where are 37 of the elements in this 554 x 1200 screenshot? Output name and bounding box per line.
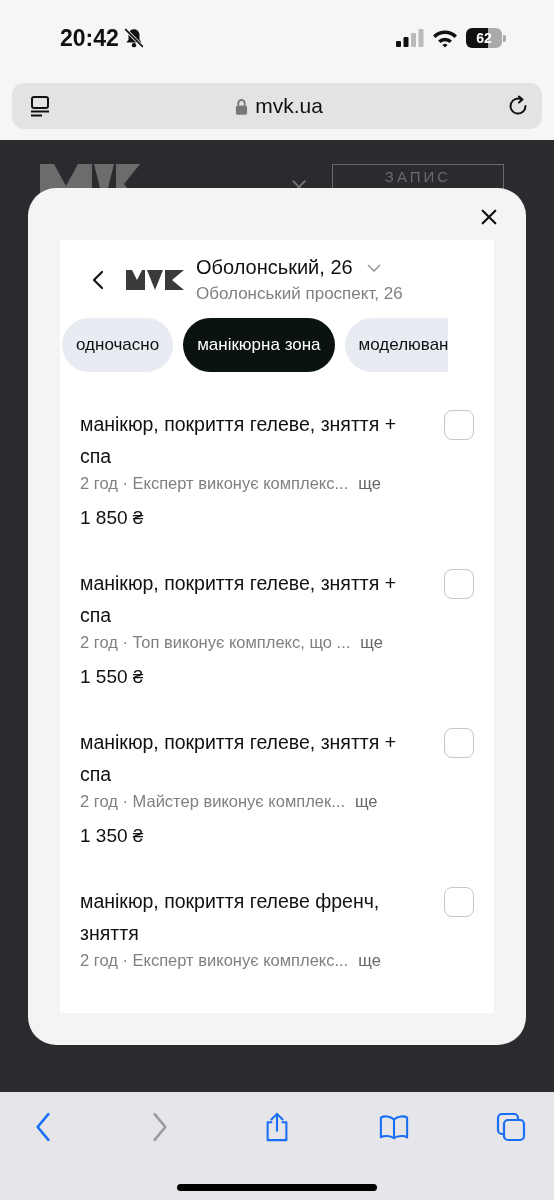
- venue-address: Оболонський проспект, 26: [196, 284, 403, 304]
- chevron-down-icon: [366, 263, 381, 272]
- checkbox[interactable]: [444, 728, 474, 758]
- service-details: 2 год · Експерт виконує комплекс...: [80, 951, 349, 970]
- wifi-icon: [432, 28, 458, 48]
- logo-icon: [126, 270, 184, 290]
- service-title: манікюр, покриття гелеве, зняття + спа: [80, 730, 398, 787]
- category-tab[interactable]: манікюрна зона: [183, 318, 335, 372]
- venue-selector[interactable]: Оболонський, 26: [196, 256, 403, 279]
- service-price: 1 350 ₴: [80, 825, 145, 847]
- book-icon[interactable]: [379, 1112, 409, 1142]
- more-link[interactable]: ще: [354, 792, 378, 811]
- checkbox[interactable]: [444, 569, 474, 599]
- clock-time: 20:42: [60, 24, 119, 52]
- more-link[interactable]: ще: [358, 474, 381, 493]
- close-icon[interactable]: [480, 208, 498, 226]
- address-bar[interactable]: mvk.ua: [12, 83, 542, 129]
- category-tab[interactable]: одночасно: [62, 318, 174, 372]
- service-price: 1 850 ₴: [80, 507, 145, 529]
- more-link[interactable]: ще: [360, 633, 383, 652]
- signal-icon: [396, 29, 424, 47]
- service-details: 2 год · Експерт виконує комплекс...: [80, 474, 349, 493]
- service-title: манікюр, покриття гелеве френч, зняття: [80, 889, 381, 946]
- service-details: 2 год · Майстер виконує комплек...: [80, 792, 345, 811]
- service-title: манікюр, покриття гелеве, зняття + спа: [80, 571, 398, 628]
- lock-icon: [235, 97, 249, 115]
- checkbox[interactable]: [444, 887, 474, 917]
- reader-icon[interactable]: [28, 94, 52, 118]
- service-title: манікюр, покриття гелеве, зняття + спа: [80, 412, 398, 469]
- url-text: mvk.ua: [255, 94, 323, 118]
- tabs-icon[interactable]: [496, 1112, 526, 1142]
- checkbox[interactable]: [444, 410, 474, 440]
- back-icon[interactable]: [92, 270, 104, 290]
- category-tab[interactable]: моделюван: [344, 318, 449, 372]
- more-link[interactable]: ще: [358, 951, 381, 970]
- service-details: 2 год · Топ виконує комплекс, що ...: [80, 633, 351, 652]
- service-price: 1 550 ₴: [80, 666, 145, 688]
